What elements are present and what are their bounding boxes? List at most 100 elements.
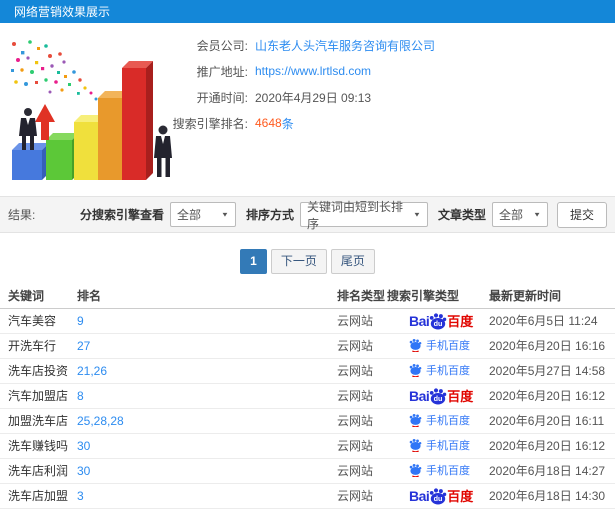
confetti-dots — [11, 40, 98, 101]
table-header-row: 关键词 排名 排名类型 搜索引擎类型 最新更新时间 — [0, 284, 615, 309]
baidu-mobile-logo: 手机百度 — [409, 437, 470, 453]
engine-cell: Bai du 百度 — [387, 383, 489, 409]
last-page-button[interactable]: 尾页 — [330, 249, 375, 274]
rank-cell: 25,28,28 — [77, 408, 337, 434]
updated-time-cell: 2020年6月20日 16:12 — [489, 433, 615, 459]
engine-cell: Bai du 百度 — [387, 483, 489, 509]
chevron-down-icon: ▼ — [221, 210, 229, 219]
engine-cell: 手机百度 — [387, 408, 489, 434]
column-header-keyword: 关键词 — [0, 284, 77, 309]
keyword-cell: 汽车加盟店 — [0, 383, 77, 409]
filter-bar: 结果: 分搜索引擎查看 全部 ▼ 排序方式 关键词由短到长排序 ▼ 文章类型 全… — [0, 196, 615, 233]
svg-text:du: du — [434, 494, 443, 503]
engine-cell: Bai du 百度 — [387, 308, 489, 334]
rank-type-cell: 云网站 — [337, 483, 387, 509]
column-header-updated: 最新更新时间 — [489, 284, 615, 309]
column-header-rank: 排名 — [77, 284, 337, 309]
bar-chart-illustration — [4, 31, 176, 189]
results-table: 关键词 排名 排名类型 搜索引擎类型 最新更新时间 汽车美容 9 云网站 Bai… — [0, 284, 615, 509]
keyword-cell: 洗车店利润 — [0, 458, 77, 484]
rank-type-cell: 云网站 — [337, 333, 387, 359]
results-table-body: 汽车美容 9 云网站 Bai du 百度 2020年6月5日 11:24 开洗车… — [0, 308, 615, 509]
baidu-mobile-logo: 手机百度 — [409, 462, 470, 478]
engine-cell: 手机百度 — [387, 358, 489, 384]
keyword-cell: 洗车店加盟 — [0, 483, 77, 509]
updated-time-cell: 2020年6月18日 14:27 — [489, 458, 615, 484]
keyword-cell: 洗车赚钱吗 — [0, 433, 77, 459]
column-header-engine-type: 搜索引擎类型 — [387, 284, 489, 309]
mobile-baidu-paw-icon — [409, 463, 422, 477]
updated-time-cell: 2020年6月20日 16:12 — [489, 383, 615, 409]
sort-select-value: 关键词由短到长排序 — [306, 199, 403, 231]
mobile-baidu-paw-icon — [409, 338, 422, 352]
mobile-baidu-paw-icon — [409, 363, 422, 377]
updated-time-cell: 2020年6月20日 16:11 — [489, 408, 615, 434]
rank-cell: 21,26 — [77, 358, 337, 384]
sort-label: 排序方式 — [245, 208, 294, 222]
keyword-cell: 汽车美容 — [0, 308, 77, 334]
article-type-select[interactable]: 全部 ▼ — [491, 202, 548, 227]
article-type-select-value: 全部 — [498, 208, 523, 222]
rank-type-cell: 云网站 — [337, 308, 387, 334]
table-row: 汽车加盟店 8 云网站 Bai du 百度 2020年6月20日 16:12 — [0, 383, 615, 409]
baidu-paw-icon: du — [430, 487, 447, 504]
table-row: 汽车美容 9 云网站 Bai du 百度 2020年6月5日 11:24 — [0, 308, 615, 334]
table-row: 洗车店加盟 3 云网站 Bai du 百度 2020年6月18日 14:30 — [0, 483, 615, 509]
next-page-button[interactable]: 下一页 — [270, 249, 327, 274]
rank-type-cell: 云网站 — [337, 408, 387, 434]
svg-text:du: du — [434, 319, 443, 328]
mobile-baidu-paw-icon — [409, 438, 422, 452]
baidu-mobile-logo: 手机百度 — [409, 412, 470, 428]
engine-cell: 手机百度 — [387, 433, 489, 459]
pagination: 1 下一页 尾页 — [0, 249, 615, 274]
keyword-cell: 洗车店投资 — [0, 358, 77, 384]
keyword-cell: 加盟洗车店 — [0, 408, 77, 434]
table-row: 加盟洗车店 25,28,28 云网站 手机百度 2020年6月20日 16:11 — [0, 408, 615, 434]
baidu-paw-icon: du — [430, 312, 447, 329]
chevron-down-icon: ▼ — [413, 210, 421, 219]
promo-url-link[interactable]: https://www.lrtlsd.com — [255, 64, 371, 78]
sort-select[interactable]: 关键词由短到长排序 ▼ — [299, 200, 428, 231]
engine-select[interactable]: 全部 ▼ — [169, 202, 236, 227]
engine-select-value: 全部 — [176, 208, 201, 222]
engine-filter-label: 分搜索引擎查看 — [79, 208, 164, 222]
baidu-pc-logo: Bai du 百度 — [409, 487, 474, 505]
baidu-pc-logo: Bai du 百度 — [409, 387, 474, 405]
baidu-mobile-logo: 手机百度 — [409, 337, 470, 353]
baidu-mobile-logo: 手机百度 — [409, 362, 470, 378]
growth-chart-image — [11, 40, 172, 180]
page-title: 网络营销效果展示 — [14, 5, 111, 19]
column-header-rank-type: 排名类型 — [337, 284, 387, 309]
engine-cell: 手机百度 — [387, 333, 489, 359]
open-time-value: 2020年4月29日 09:13 — [255, 90, 372, 105]
engine-cell: 手机百度 — [387, 458, 489, 484]
baidu-paw-icon: du — [430, 387, 447, 404]
engine-rank-count: 4648 — [255, 116, 282, 130]
rank-cell: 27 — [77, 333, 337, 359]
app-header: 网络营销效果展示 — [0, 0, 615, 23]
baidu-pc-logo: Bai du 百度 — [409, 312, 474, 330]
rank-cell: 8 — [77, 383, 337, 409]
page-number-current[interactable]: 1 — [240, 249, 267, 274]
rank-type-cell: 云网站 — [337, 358, 387, 384]
table-row: 洗车店利润 30 云网站 手机百度 2020年6月18日 14:27 — [0, 458, 615, 484]
member-company-link[interactable]: 山东老人头汽车服务咨询有限公司 — [255, 37, 435, 54]
businessman-right — [154, 125, 172, 177]
table-row: 开洗车行 27 云网站 手机百度 2020年6月20日 16:16 — [0, 333, 615, 359]
article-type-label: 文章类型 — [437, 208, 486, 222]
engine-rank-unit: 条 — [281, 116, 294, 131]
table-row: 洗车赚钱吗 30 云网站 手机百度 2020年6月20日 16:12 — [0, 433, 615, 459]
rank-cell: 9 — [77, 308, 337, 334]
rank-cell: 30 — [77, 433, 337, 459]
updated-time-cell: 2020年6月18日 14:30 — [489, 483, 615, 509]
keyword-cell: 开洗车行 — [0, 333, 77, 359]
submit-button[interactable]: 提交 — [556, 201, 607, 228]
info-section: 会员公司: 山东老人头汽车服务咨询有限公司 推广地址: https://www.… — [0, 23, 615, 196]
result-label: 结果: — [8, 208, 36, 222]
rank-type-cell: 云网站 — [337, 458, 387, 484]
table-row: 洗车店投资 21,26 云网站 手机百度 2020年5月27日 14:58 — [0, 358, 615, 384]
rank-cell: 3 — [77, 483, 337, 509]
rank-type-cell: 云网站 — [337, 383, 387, 409]
updated-time-cell: 2020年6月5日 11:24 — [489, 308, 615, 334]
filter-group: 分搜索引擎查看 全部 ▼ 排序方式 关键词由短到长排序 ▼ 文章类型 全部 ▼ … — [79, 200, 607, 231]
